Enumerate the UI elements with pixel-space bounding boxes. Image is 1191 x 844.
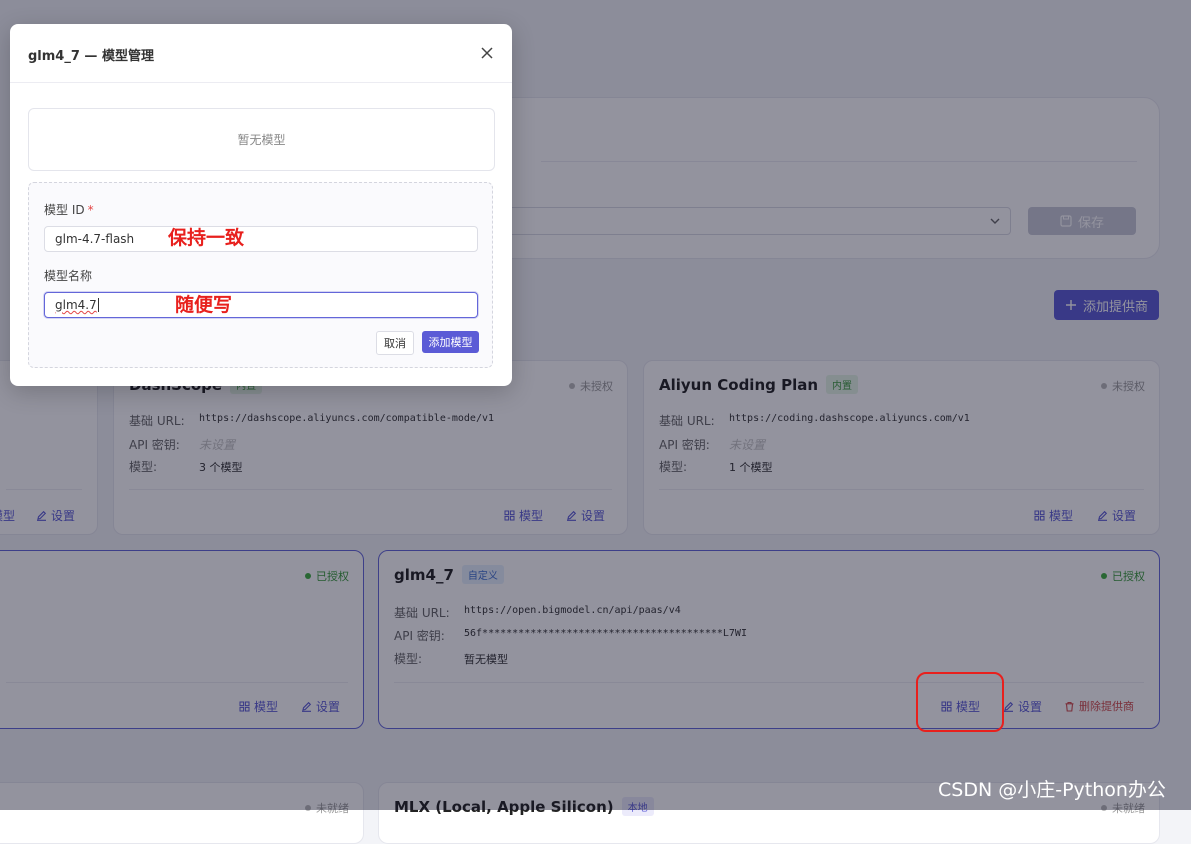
- annotation-keep-consistent: 保持一致: [168, 227, 245, 249]
- empty-text: 暂无模型: [237, 133, 286, 147]
- required-mark: *: [87, 203, 94, 217]
- text-caret: [97, 298, 99, 312]
- model-id-input[interactable]: glm-4.7-flash: [44, 226, 478, 252]
- annotation-write-anything: 随便写: [175, 294, 233, 316]
- dialog-title: glm4_7 — 模型管理: [28, 49, 154, 64]
- cancel-button[interactable]: 取消: [376, 331, 414, 355]
- highlight-box: [916, 672, 1004, 732]
- dialog-header: glm4_7 — 模型管理: [10, 24, 512, 83]
- add-model-form: 模型 ID * glm-4.7-flash 保持一致 模型名称 glm4.7 随便…: [28, 182, 493, 368]
- model-id-label: 模型 ID *: [44, 201, 94, 218]
- close-icon[interactable]: [480, 46, 494, 60]
- model-id-value: glm-4.7-flash: [55, 232, 135, 246]
- add-model-button[interactable]: 添加模型: [422, 331, 479, 353]
- empty-models-placeholder: 暂无模型: [28, 108, 495, 171]
- model-name-label: 模型名称: [44, 269, 93, 283]
- model-name-value: glm4.7: [55, 298, 97, 312]
- model-id-label-text: 模型 ID: [44, 203, 85, 217]
- model-management-dialog: glm4_7 — 模型管理 暂无模型 模型 ID * glm-4.7-flash …: [10, 24, 512, 386]
- watermark: CSDN @小庄-Python办公: [938, 779, 1166, 801]
- model-name-input[interactable]: glm4.7: [44, 292, 478, 318]
